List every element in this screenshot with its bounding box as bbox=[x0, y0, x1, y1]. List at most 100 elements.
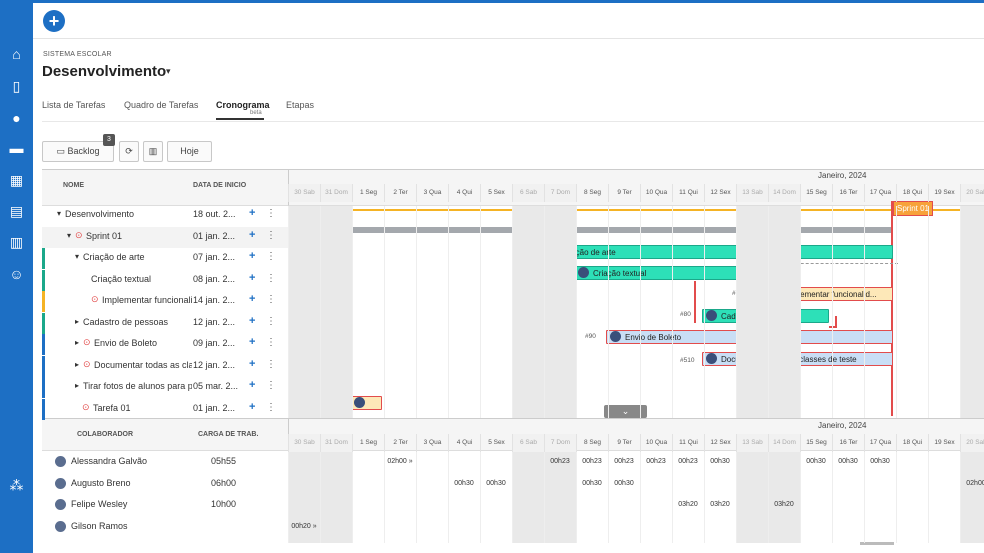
add-subtask-icon[interactable]: + bbox=[249, 401, 255, 413]
more-options-icon[interactable]: ⋮ bbox=[266, 380, 276, 391]
page-title[interactable]: Desenvolvimento bbox=[42, 63, 166, 80]
col-start-header: DATA DE INICIO bbox=[193, 182, 247, 189]
day-header: 4 Qui bbox=[448, 184, 480, 202]
refresh-button[interactable]: ⟳ bbox=[119, 141, 139, 162]
task-date: 09 jan. 2... bbox=[193, 338, 236, 348]
day-header: 10 Qua bbox=[640, 184, 672, 202]
more-options-icon[interactable]: ⋮ bbox=[266, 230, 276, 241]
workload-cell: 00h30 bbox=[838, 458, 858, 465]
task-color-bar bbox=[42, 377, 45, 398]
columns-button[interactable]: ▥ bbox=[143, 141, 163, 162]
day-header: 15 Seg bbox=[800, 434, 832, 452]
home-icon[interactable]: ⌂ bbox=[8, 46, 25, 63]
expand-chevron-icon[interactable]: ▾ bbox=[67, 231, 71, 240]
task-name[interactable]: Envio de Boleto bbox=[94, 338, 192, 348]
expand-chevron-icon[interactable]: ▾ bbox=[57, 209, 61, 218]
network-icon[interactable]: ⁂ bbox=[8, 477, 25, 494]
tab-cronograma[interactable]: Cronograma bbox=[216, 100, 270, 110]
task-date: 01 jan. 2... bbox=[193, 402, 236, 413]
task-date: 12 jan. 2... bbox=[193, 359, 236, 370]
today-button[interactable]: Hoje bbox=[167, 141, 212, 162]
beta-label: beta bbox=[250, 110, 262, 116]
more-options-icon[interactable]: ⋮ bbox=[266, 402, 276, 413]
day-header: 18 Qui bbox=[896, 434, 928, 452]
expand-chevron-icon[interactable]: ▸ bbox=[75, 338, 79, 347]
task-name[interactable]: Cadastro de pessoas bbox=[83, 317, 192, 327]
task-date: 01 jan. 2... bbox=[193, 230, 236, 241]
add-subtask-icon[interactable]: + bbox=[249, 358, 255, 370]
collaborator-name[interactable]: Gilson Ramos bbox=[71, 521, 128, 531]
more-options-icon[interactable]: ⋮ bbox=[266, 251, 276, 262]
more-options-icon[interactable]: ⋮ bbox=[266, 294, 276, 305]
day-header: 5 Sex bbox=[480, 434, 512, 452]
more-options-icon[interactable]: ⋮ bbox=[266, 208, 276, 219]
clock-icon: ⊙ bbox=[83, 358, 91, 369]
more-options-icon[interactable]: ⋮ bbox=[266, 359, 276, 370]
add-subtask-icon[interactable]: + bbox=[249, 250, 255, 262]
day-header: 8 Seg bbox=[576, 434, 608, 452]
task-name[interactable]: Criação textual bbox=[91, 274, 192, 284]
board-icon[interactable]: ▦ bbox=[8, 172, 25, 189]
workload-cell: 02h00 bbox=[966, 479, 984, 487]
expand-chevron-icon[interactable]: ▸ bbox=[75, 317, 79, 326]
workload-cell: 00h30 bbox=[454, 479, 474, 487]
tab-etapas[interactable]: Etapas bbox=[286, 100, 314, 110]
timeline-column bbox=[768, 451, 800, 543]
add-subtask-icon[interactable]: + bbox=[249, 272, 255, 284]
workload-cell: 00h23 bbox=[678, 458, 698, 465]
more-options-icon[interactable]: ⋮ bbox=[266, 337, 276, 348]
workload-cell: 03h20 bbox=[678, 501, 698, 508]
day-header: 19 Sex bbox=[928, 434, 960, 452]
expand-chevron-icon[interactable]: ▸ bbox=[75, 381, 79, 390]
tab-lista[interactable]: Lista de Tarefas bbox=[42, 100, 105, 110]
folder-icon[interactable]: ▬ bbox=[8, 140, 25, 157]
timeline-column bbox=[384, 206, 416, 418]
task-name[interactable]: Documentar todas as clas... bbox=[94, 360, 192, 370]
add-subtask-icon[interactable]: + bbox=[249, 207, 255, 219]
task-name[interactable]: Desenvolvimento bbox=[65, 209, 192, 219]
more-options-icon[interactable]: ⋮ bbox=[266, 273, 276, 284]
add-subtask-icon[interactable]: + bbox=[249, 379, 255, 391]
task-name[interactable]: Tirar fotos de alunos para pu... bbox=[83, 381, 192, 391]
add-subtask-icon[interactable]: + bbox=[249, 336, 255, 348]
timeline-column bbox=[288, 206, 320, 418]
user-badge-icon[interactable]: ☺ bbox=[8, 266, 25, 283]
topbar: + bbox=[33, 0, 984, 39]
add-button[interactable]: + bbox=[43, 10, 65, 32]
day-header: 17 Qua bbox=[864, 184, 896, 202]
expand-chevron-icon[interactable]: ▸ bbox=[75, 360, 79, 369]
add-subtask-icon[interactable]: + bbox=[249, 315, 255, 327]
collaborator-name[interactable]: Augusto Breno bbox=[71, 478, 131, 488]
workload-cell: 03h20 bbox=[710, 501, 730, 508]
avatar bbox=[55, 456, 66, 467]
timeline-column bbox=[672, 206, 704, 418]
day-header: 1 Seg bbox=[352, 184, 384, 202]
timeline-column bbox=[736, 451, 768, 543]
workload-cell: 00h30 bbox=[582, 479, 602, 487]
task-date: 12 jan. 2... bbox=[193, 316, 236, 327]
document-icon[interactable]: ▯ bbox=[8, 78, 25, 95]
chat-icon[interactable]: ● bbox=[8, 110, 25, 127]
task-name[interactable]: Tarefa 01 bbox=[93, 403, 192, 413]
task-name[interactable]: Criação de arte bbox=[83, 252, 192, 262]
day-header: 31 Dom bbox=[320, 434, 352, 452]
task-name[interactable]: Implementar funcionalid... bbox=[102, 295, 192, 305]
collaborator-name[interactable]: Felipe Wesley bbox=[71, 499, 127, 509]
day-header: 31 Dom bbox=[320, 184, 352, 202]
timeline-column bbox=[768, 206, 800, 418]
tab-quadro[interactable]: Quadro de Tarefas bbox=[124, 100, 198, 110]
clock-icon: ⊙ bbox=[75, 229, 83, 240]
collaborator-name[interactable]: Alessandra Galvão bbox=[71, 456, 147, 466]
day-header: 7 Dom bbox=[544, 184, 576, 202]
active-tab-indicator bbox=[216, 118, 264, 120]
task-name[interactable]: Sprint 01 bbox=[86, 231, 192, 241]
more-options-icon[interactable]: ⋮ bbox=[266, 316, 276, 327]
chart-icon[interactable]: ▥ bbox=[8, 234, 25, 251]
add-subtask-icon[interactable]: + bbox=[249, 229, 255, 241]
workload-cell: 02h00 » bbox=[387, 458, 413, 465]
add-subtask-icon[interactable]: + bbox=[249, 293, 255, 305]
task-date: 07 jan. 2... bbox=[193, 252, 236, 262]
chevron-down-icon[interactable]: ▾ bbox=[166, 66, 171, 77]
expand-chevron-icon[interactable]: ▾ bbox=[75, 252, 79, 261]
file-icon[interactable]: ▤ bbox=[8, 203, 25, 220]
